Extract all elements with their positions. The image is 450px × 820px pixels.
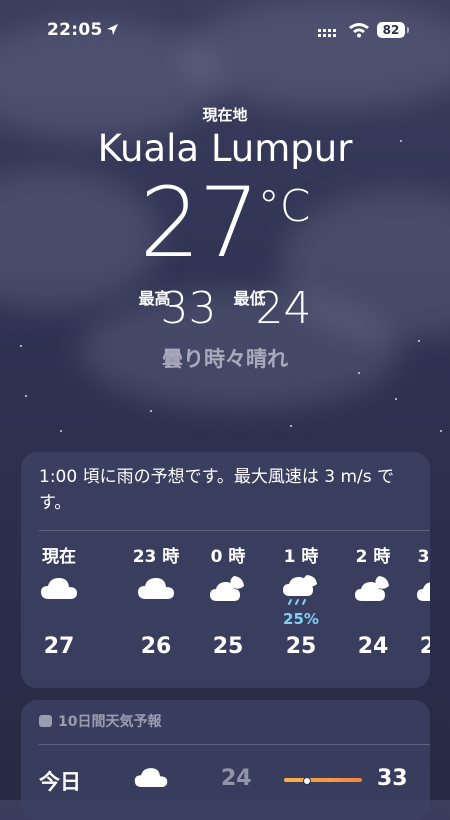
hour-time: 2 時 (355, 547, 391, 567)
hour-temp: 25 (285, 634, 317, 659)
current-temp-marker (303, 777, 312, 785)
cloud-icon (138, 578, 174, 599)
hourly-forecast-card[interactable]: 1:00 頃に雨の予想です。最大風速は 3 m/s です。 現在 27 23 時… (21, 452, 430, 688)
high-low: 最高33 最低24 (0, 285, 450, 333)
temperature-unit: °C (257, 181, 311, 232)
low-value: 24 (255, 283, 312, 334)
daily-forecast-card[interactable]: 10日間天気予報 今日 24 33 (21, 700, 430, 820)
location-arrow-icon (107, 24, 118, 35)
hour-temp: 24 (357, 634, 389, 659)
cloud-moon-icon (210, 576, 244, 601)
hour-item: 23 時 26 (126, 542, 186, 659)
cloud-moon-icon (355, 576, 389, 601)
day-low: 24 (221, 766, 252, 791)
daily-header-label: 10日間天気予報 (58, 714, 162, 730)
high-value: 33 (160, 283, 217, 334)
forecast-summary: 1:00 頃に雨の予想です。最大風速は 3 m/s です。 (39, 467, 395, 513)
high-block: 最高33 (138, 285, 216, 333)
calendar-icon (39, 715, 52, 727)
city-name: Kuala Lumpur (97, 127, 353, 170)
hour-time: 現在 (42, 547, 76, 567)
temperature-value: 27 (139, 167, 260, 279)
cellular-signal-icon (318, 29, 336, 37)
cloud-moon-rain-icon (283, 575, 317, 605)
hour-time: 3 時 (417, 547, 430, 567)
battery-level: 82 (377, 22, 405, 38)
hour-item: 1 時 25% 25 (271, 542, 331, 659)
hour-temp: 24 (419, 634, 430, 659)
wifi-icon (349, 23, 369, 38)
hour-time: 23 時 (132, 547, 180, 567)
hour-item: 2 時 24 (343, 542, 403, 659)
card-divider (39, 744, 430, 745)
location-label: 現在地 (202, 106, 248, 124)
hour-time: 1 時 (283, 547, 319, 567)
cloud-icon (134, 768, 168, 787)
high-label: 最高 (138, 289, 171, 308)
hour-time: 0 時 (210, 547, 246, 567)
low-label: 最低 (233, 289, 266, 308)
cloud-icon (41, 578, 77, 599)
low-block: 最低24 (234, 285, 312, 333)
card-divider (39, 530, 430, 531)
condition-text: 曇り時々晴れ (162, 347, 288, 371)
battery-tip (407, 27, 409, 33)
current-temperature: 27°C (0, 175, 450, 271)
temperature-range-bar (284, 777, 362, 785)
day-high: 33 (377, 766, 408, 791)
day-name: 今日 (39, 770, 81, 794)
status-time: 22:05 (47, 20, 103, 40)
temperature-range-fill (284, 778, 362, 782)
hour-temp: 26 (140, 634, 172, 659)
cloud-moon-icon (417, 582, 430, 601)
hour-item: 3 時 24 (405, 542, 430, 659)
status-bar: 22:05 82 (0, 18, 450, 44)
daily-header: 10日間天気予報 (39, 711, 161, 731)
hourly-list[interactable]: 現在 27 23 時 26 0 時 25 1 時 25% 25 2 時 24 3… (21, 542, 430, 688)
hour-temp: 25 (212, 634, 244, 659)
hour-temp: 27 (43, 634, 75, 659)
hour-item: 0 時 25 (198, 542, 258, 659)
hour-item: 現在 27 (29, 542, 89, 659)
